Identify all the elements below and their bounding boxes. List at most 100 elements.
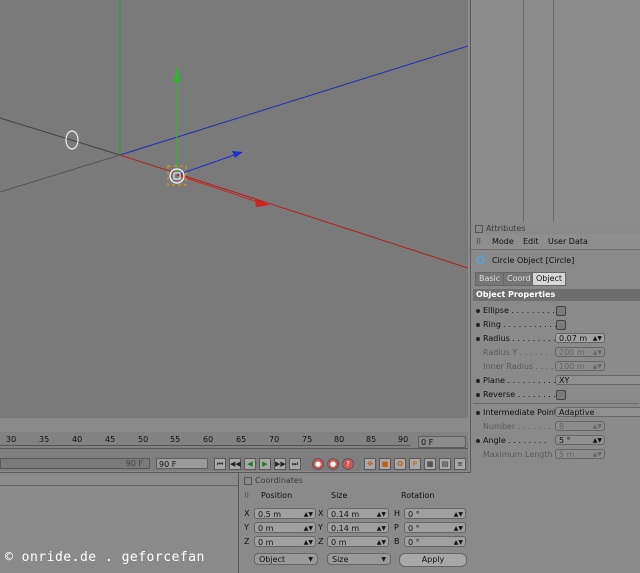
position-y-field[interactable]: 0 m ▲▼ (254, 522, 316, 533)
axis-label: Y (244, 523, 249, 532)
current-frame-value: 0 F (421, 438, 434, 447)
stepper-icon[interactable]: ▲▼ (377, 509, 386, 520)
size-x-field[interactable]: 0.14 m ▲▼ (327, 508, 389, 519)
gizmo-z-line (176, 152, 241, 176)
tab-basic[interactable]: Basic (475, 272, 505, 286)
stepper-icon[interactable]: ▲▼ (454, 537, 463, 548)
coordinates-panel: Coordinates ⁝⁝ Position Size Rotation X … (238, 472, 471, 573)
size-header: Size (331, 491, 348, 500)
stepper-icon[interactable]: ▲▼ (593, 348, 602, 358)
play-backward-icon[interactable]: ◀ (244, 458, 256, 470)
rotation-b-field[interactable]: 0 ° ▲▼ (404, 536, 466, 547)
divider (0, 485, 238, 486)
reverse-checkbox[interactable] (556, 390, 566, 400)
script-icon[interactable]: ≡ (454, 458, 466, 470)
anim-dot-icon[interactable] (476, 337, 480, 341)
stepper-icon[interactable]: ▲▼ (593, 450, 602, 460)
stepper-icon[interactable]: ▲▼ (304, 523, 313, 534)
stepper-icon[interactable]: ▲▼ (593, 334, 602, 344)
prop-max-length: Maximum Length 5 m ▲▼ (471, 449, 640, 461)
object-manager-panel[interactable] (470, 0, 640, 222)
stepper-icon[interactable]: ▲▼ (454, 523, 463, 534)
stepper-icon[interactable]: ▲▼ (593, 436, 602, 446)
stepper-icon[interactable]: ▲▼ (593, 422, 602, 432)
record-keys-icon[interactable]: ● (312, 458, 324, 470)
axis-label: X (318, 509, 324, 518)
size-z-field[interactable]: 0 m ▲▼ (327, 536, 389, 547)
keyframe-selection-icon[interactable]: ? (342, 458, 354, 470)
prop-number: Number . . . . . . . 8 ▲▼ (471, 421, 640, 433)
rotation-p-field[interactable]: 0 ° ▲▼ (404, 522, 466, 533)
anim-dot-icon[interactable] (476, 393, 480, 397)
pla-grid-icon[interactable]: ▦ (424, 458, 436, 470)
tab-object[interactable]: Object (532, 272, 567, 286)
go-to-start-icon[interactable]: ⏮ (214, 458, 226, 470)
position-y-value: 0 m (258, 524, 274, 533)
angle-field[interactable]: 5 ° ▲▼ (555, 435, 605, 445)
anim-dot-icon[interactable] (476, 379, 480, 383)
coordinates-title-text: Coordinates (255, 476, 304, 485)
scheme-icon[interactable]: ▤ (439, 458, 451, 470)
prev-key-icon[interactable]: ◀◀ (229, 458, 241, 470)
tick-label: 55 (170, 435, 181, 444)
grip-icon: ⁝⁝ (476, 237, 482, 246)
scale-tool-icon[interactable]: ■ (379, 458, 391, 470)
intermediate-points-dropdown[interactable]: Adaptive (555, 407, 640, 417)
stepper-icon[interactable]: ▲▼ (454, 509, 463, 520)
coord-size-dropdown[interactable]: Size ▼ (327, 553, 391, 565)
menu-mode[interactable]: Mode (492, 237, 514, 246)
rotation-h-field[interactable]: 0 ° ▲▼ (404, 508, 466, 519)
tab-coord[interactable]: Coord (503, 272, 535, 286)
stepper-icon[interactable]: ▲▼ (304, 509, 313, 520)
param-tool-icon[interactable]: P (409, 458, 421, 470)
tick-label: 30 (6, 435, 17, 444)
stepper-icon[interactable]: ▲▼ (304, 537, 313, 548)
timeline-range-slider[interactable]: 90 F (0, 458, 150, 469)
record-auto-icon[interactable]: ● (327, 458, 339, 470)
tick-label: 85 (366, 435, 377, 444)
play-forward-icon[interactable]: ▶ (259, 458, 271, 470)
panel-checkbox-icon[interactable] (244, 476, 252, 485)
max-length-field[interactable]: 5 m ▲▼ (555, 449, 605, 459)
radius-y-field[interactable]: 200 m ▲▼ (555, 347, 605, 357)
stepper-icon[interactable]: ▲▼ (377, 523, 386, 534)
coord-mode-value: Object (259, 555, 286, 564)
plane-dropdown[interactable]: XY (555, 375, 640, 385)
coord-mode-dropdown[interactable]: Object ▼ (254, 553, 318, 565)
axis-label: X (244, 509, 250, 518)
end-frame-field[interactable]: 90 F (156, 458, 208, 469)
apply-button[interactable]: Apply (399, 553, 467, 567)
size-y-field[interactable]: 0.14 m ▲▼ (327, 522, 389, 533)
gizmo-z-arrow[interactable] (232, 151, 243, 158)
stepper-icon[interactable]: ▲▼ (593, 362, 602, 372)
anim-dot-icon[interactable] (476, 309, 480, 313)
ruler-baseline (0, 445, 410, 446)
radius-field[interactable]: 0.07 m ▲▼ (555, 333, 605, 343)
ellipse-checkbox[interactable] (556, 306, 566, 316)
stepper-icon[interactable]: ▲▼ (377, 537, 386, 548)
menu-edit[interactable]: Edit (523, 237, 539, 246)
next-key-icon[interactable]: ▶▶ (274, 458, 286, 470)
anim-dot-icon[interactable] (476, 323, 480, 327)
current-frame-field[interactable]: 0 F (418, 436, 466, 448)
ring-checkbox[interactable] (556, 320, 566, 330)
prop-radius-y-label: Radius Y . . . . . . (483, 348, 548, 357)
3d-viewport[interactable] (0, 0, 468, 418)
axis-label: H (394, 509, 401, 518)
anim-dot-icon[interactable] (476, 411, 480, 415)
number-field[interactable]: 8 ▲▼ (555, 421, 605, 431)
inner-radius-field[interactable]: 100 m ▲▼ (555, 361, 605, 371)
anim-dot-icon[interactable] (476, 439, 480, 443)
position-z-field[interactable]: 0 m ▲▼ (254, 536, 316, 547)
object-header: Circle Object [Circle] (471, 252, 640, 268)
position-x-field[interactable]: 0.5 m ▲▼ (254, 508, 316, 519)
end-frame-value: 90 F (159, 460, 177, 469)
panel-checkbox-icon[interactable] (475, 224, 483, 233)
go-to-end-icon[interactable]: ⏭ (289, 458, 301, 470)
size-z-value: 0 m (331, 538, 347, 547)
rotate-tool-icon[interactable]: ✪ (394, 458, 406, 470)
move-tool-icon[interactable]: ✥ (364, 458, 376, 470)
gizmo-y-arrow[interactable] (174, 66, 180, 82)
prop-radius-y: Radius Y . . . . . . 200 m ▲▼ (471, 347, 640, 359)
menu-user-data[interactable]: User Data (548, 237, 588, 246)
